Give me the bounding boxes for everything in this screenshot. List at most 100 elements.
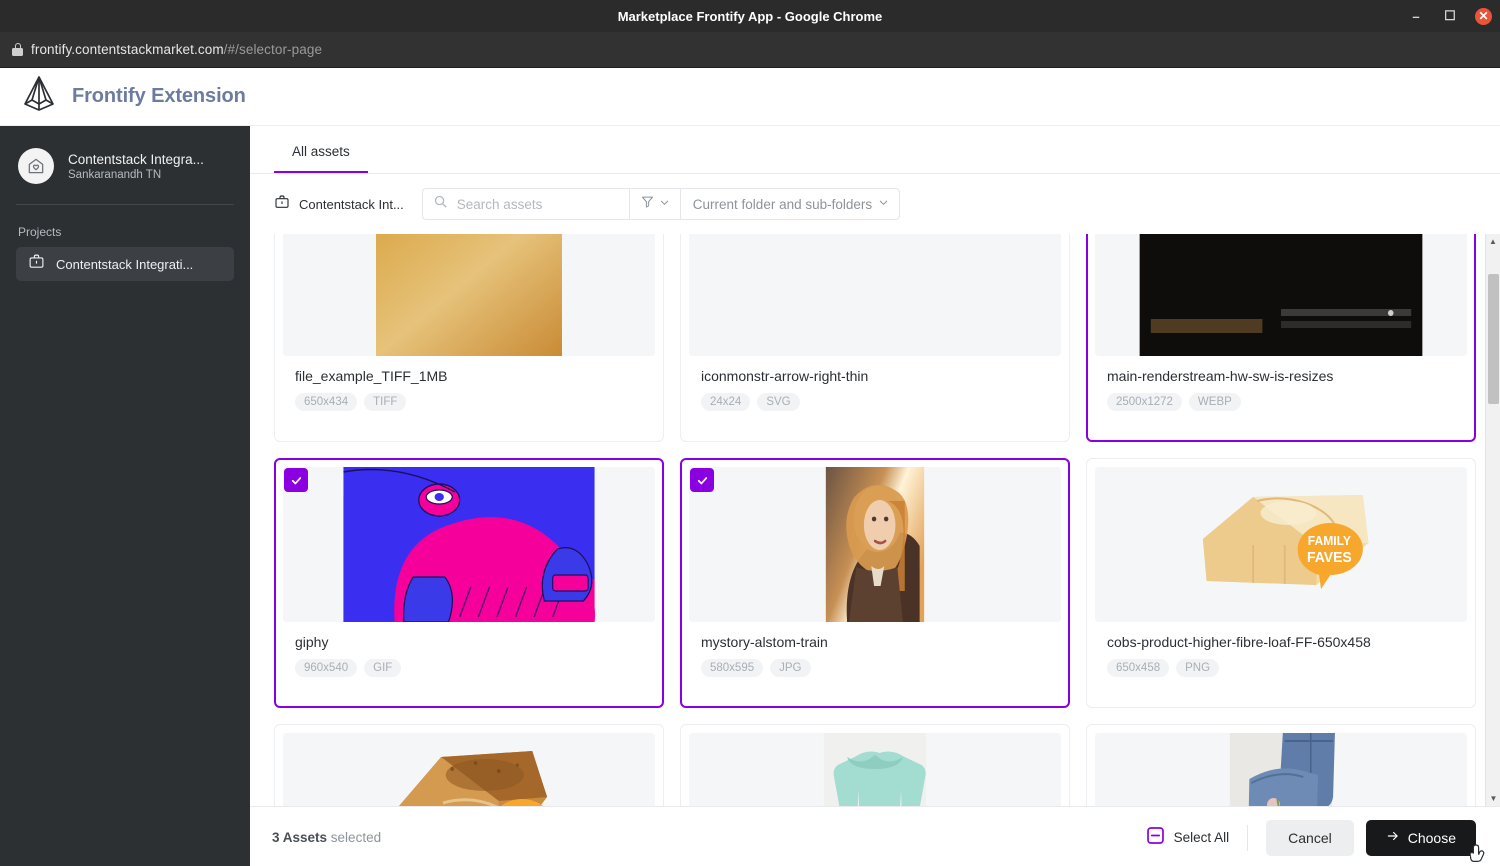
asset-toolbar: Contentstack Int... Search assets Curren… (250, 174, 1500, 234)
url-path: /#/selector-page (223, 42, 323, 57)
scroll-down-icon[interactable]: ▼ (1486, 791, 1500, 806)
briefcase-icon (28, 253, 45, 275)
breadcrumb[interactable]: Contentstack Int... (274, 194, 404, 215)
asset-format: GIF (364, 659, 402, 677)
briefcase-icon (274, 194, 290, 215)
asset-card[interactable]: giphy 960x540 GIF (274, 458, 664, 708)
asset-chips: 650x434 TIFF (295, 393, 643, 411)
sidebar-item-contentstack-integration[interactable]: Contentstack Integrati... (16, 247, 234, 281)
asset-card[interactable] (1086, 724, 1476, 806)
window-title: Marketplace Frontify App - Google Chrome (617, 8, 883, 24)
asset-format: TIFF (364, 393, 407, 411)
asset-name: file_example_TIFF_1MB (295, 368, 448, 384)
frontify-logo-icon (20, 74, 58, 119)
close-icon[interactable]: ✕ (1475, 7, 1492, 25)
badge-line2: FAVES (1307, 550, 1352, 567)
url-host: frontify.contentstackmarket.com (31, 42, 224, 57)
tab-bar: All assets (250, 126, 1500, 174)
asset-card[interactable]: mystory-alstom-train 580x595 JPG (680, 458, 1070, 708)
selected-suffix: selected (327, 830, 382, 845)
footer-divider (1247, 824, 1249, 851)
selection-status: 3 Assets selected (272, 830, 381, 845)
choose-button[interactable]: Choose (1365, 819, 1476, 856)
asset-thumbnail (689, 467, 1061, 622)
asset-name: mystory-alstom-train (701, 634, 828, 650)
asset-card[interactable]: FAMILY FAVES cobs-product-higher-fibre-l… (1086, 458, 1476, 708)
window-controls: – ☐ ✕ (1407, 0, 1492, 32)
arrow-right-icon (1386, 829, 1400, 846)
asset-name: iconmonstr-arrow-right-thin (701, 368, 869, 384)
asset-thumbnail: FAMILY FAVES (283, 733, 655, 806)
avatar (18, 148, 54, 184)
asset-format: WEBP (1188, 393, 1241, 411)
badge-line1: FAMILY (1308, 534, 1352, 548)
scrollbar-thumb[interactable] (1488, 274, 1499, 404)
app-header: Frontify Extension (0, 68, 1500, 126)
selection-footer: 3 Assets selected Select All Cancel Choo… (250, 806, 1500, 866)
asset-chips: 580x595 JPG (701, 659, 1049, 677)
page-title: Frontify Extension (72, 85, 246, 107)
workspace-switcher[interactable]: Contentstack Integra... Sankaranandh TN (0, 126, 250, 200)
chevron-down-icon (659, 195, 670, 213)
asset-meta: giphy 960x540 GIF (283, 622, 655, 677)
sidebar-item-label: Contentstack Integrati... (56, 256, 194, 272)
minimize-icon[interactable]: – (1407, 7, 1425, 25)
folder-scope-dropdown[interactable]: Current folder and sub-folders (680, 188, 901, 220)
asset-thumbnail: Tagged Image File Format (283, 234, 655, 356)
asset-name: main-renderstream-hw-sw-is-resizes (1107, 368, 1334, 384)
choose-label: Choose (1407, 829, 1456, 846)
asset-card[interactable]: FAMILY FAVES (274, 724, 664, 806)
maximize-icon[interactable]: ☐ (1441, 7, 1459, 25)
tab-label: All assets (292, 144, 350, 159)
asset-card[interactable]: main-renderstream-hw-sw-is-resizes 2500x… (1086, 234, 1476, 442)
workspace-name: Contentstack Integra... (68, 151, 204, 167)
search-input[interactable] (456, 196, 619, 212)
filter-funnel-icon (640, 194, 655, 214)
asset-thumbnail: FAMILY FAVES (1095, 467, 1467, 622)
asset-checkbox-checked[interactable] (284, 468, 308, 492)
asset-meta: iconmonstr-arrow-right-thin 24x24 SVG (689, 356, 1061, 411)
select-all-label: Select All (1173, 830, 1230, 845)
asset-dimensions: 24x24 (701, 393, 751, 411)
asset-name: cobs-product-higher-fibre-loaf-FF-650x45… (1107, 634, 1371, 650)
asset-chips: 960x540 GIF (295, 659, 643, 677)
asset-chips: 24x24 SVG (701, 393, 1049, 411)
app-body: Contentstack Integra... Sankaranandh TN … (0, 126, 1500, 866)
indeterminate-checkbox-icon (1146, 826, 1164, 849)
breadcrumb-label: Contentstack Int... (299, 196, 404, 212)
vertical-scrollbar[interactable]: ▲ ▼ (1485, 234, 1500, 806)
tab-all-assets[interactable]: All assets (274, 144, 368, 173)
asset-name: giphy (295, 634, 329, 650)
sidebar-section-label: Projects (18, 225, 62, 239)
browser-title-bar: Marketplace Frontify App - Google Chrome… (0, 0, 1500, 32)
asset-format: JPG (770, 659, 811, 677)
asset-checkbox-checked[interactable] (690, 468, 714, 492)
filter-button[interactable] (629, 188, 681, 220)
footer-actions: Select All Cancel Choose (1146, 819, 1476, 856)
search-icon (433, 194, 448, 214)
chevron-down-icon (878, 195, 889, 213)
asset-grid-scroll-area: Tagged Image File Format file_example_TI… (250, 234, 1500, 806)
select-all-toggle[interactable]: Select All (1146, 826, 1248, 849)
asset-thumbnail (1095, 733, 1467, 806)
asset-chips: 650x458 PNG (1107, 659, 1455, 677)
asset-thumbnail (1095, 234, 1467, 356)
asset-thumbnail (689, 733, 1061, 806)
asset-dimensions: 650x458 (1107, 659, 1170, 677)
search-box[interactable] (421, 188, 630, 220)
asset-thumbnail (283, 467, 655, 622)
url-text: frontify.contentstackmarket.com/#/select… (31, 42, 322, 57)
asset-dimensions: 580x595 (701, 659, 764, 677)
workspace-user: Sankaranandh TN (68, 168, 162, 181)
asset-card[interactable] (680, 724, 1070, 806)
lock-icon (12, 43, 23, 56)
selected-count: 3 Assets (272, 830, 328, 845)
asset-dimensions: 650x434 (295, 393, 358, 411)
asset-card[interactable]: Tagged Image File Format file_example_TI… (274, 234, 664, 442)
cancel-button[interactable]: Cancel (1266, 819, 1354, 856)
asset-card[interactable]: iconmonstr-arrow-right-thin 24x24 SVG (680, 234, 1070, 442)
asset-format: PNG (1176, 659, 1220, 677)
browser-url-bar[interactable]: frontify.contentstackmarket.com/#/select… (0, 32, 1500, 68)
scroll-up-icon[interactable]: ▲ (1486, 234, 1500, 249)
asset-meta: file_example_TIFF_1MB 650x434 TIFF (283, 356, 655, 411)
